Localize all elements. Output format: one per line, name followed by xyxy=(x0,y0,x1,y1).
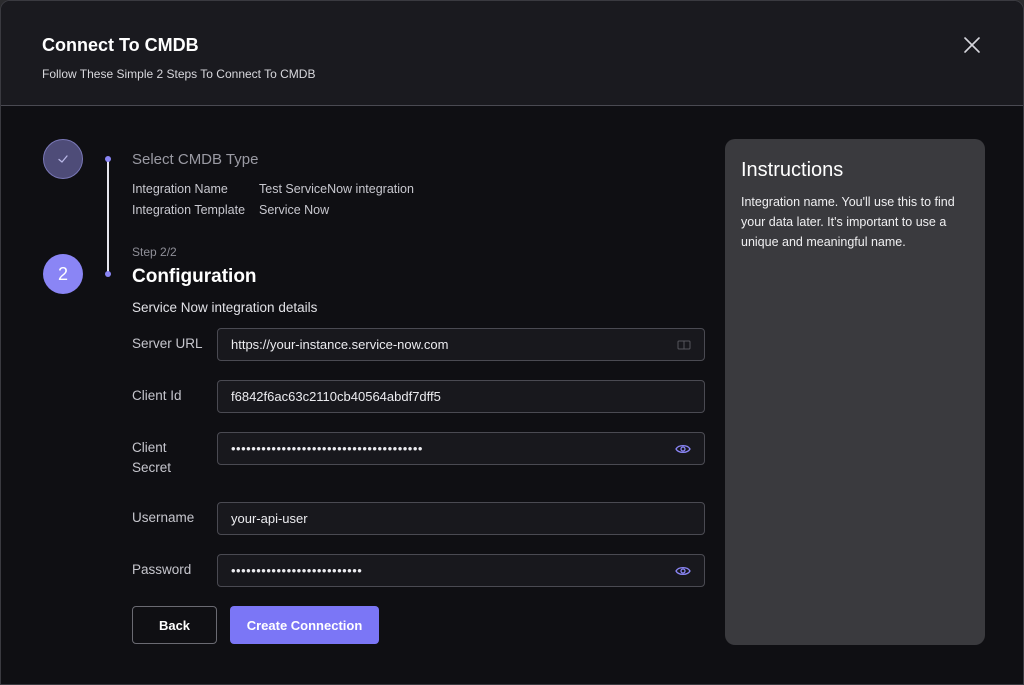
integration-name-key: Integration Name xyxy=(132,182,228,196)
back-button[interactable]: Back xyxy=(132,606,217,644)
integration-template-key: Integration Template xyxy=(132,203,246,217)
stepper-dot xyxy=(105,271,111,277)
password-label: Password xyxy=(132,562,192,577)
client-secret-label-line2: Secret xyxy=(132,460,172,475)
create-connection-button[interactable]: Create Connection xyxy=(230,606,379,644)
client-secret-label-line1: Client xyxy=(132,440,167,455)
step-2-description: Service Now integration details xyxy=(132,300,318,315)
step-count: Step 2/2 xyxy=(132,245,177,259)
eye-icon[interactable] xyxy=(675,565,691,577)
stepper-dot xyxy=(105,156,111,162)
modal-header: Connect To CMDB Follow These Simple 2 St… xyxy=(1,1,1023,106)
server-url-label: Server URL xyxy=(132,336,203,351)
password-value: •••••••••••••••••••••••••• xyxy=(231,563,363,578)
step-1-title: Select CMDB Type xyxy=(132,151,259,168)
step-1-complete-indicator xyxy=(43,139,83,179)
instructions-panel: Instructions Integration name. You'll us… xyxy=(725,139,985,645)
connect-cmdb-modal: Connect To CMDB Follow These Simple 2 St… xyxy=(0,0,1024,685)
client-secret-label: Client Secret xyxy=(132,438,171,478)
step-2-indicator: 2 xyxy=(43,254,83,294)
integration-name-value: Test ServiceNow integration xyxy=(259,182,414,196)
eye-icon[interactable] xyxy=(675,443,691,455)
step-2-title: Configuration xyxy=(132,266,257,287)
server-url-input[interactable]: https://your-instance.service-now.com xyxy=(217,328,705,361)
username-label: Username xyxy=(132,510,195,525)
client-secret-input[interactable]: •••••••••••••••••••••••••••••••••••••• xyxy=(217,432,705,465)
client-id-value: f6842f6ac63c2110cb40564abdf7dff5 xyxy=(231,389,441,404)
client-secret-value: •••••••••••••••••••••••••••••••••••••• xyxy=(231,441,423,456)
instructions-title: Instructions xyxy=(741,159,844,181)
card-icon xyxy=(677,340,691,349)
client-id-label: Client Id xyxy=(132,388,182,403)
server-url-value: https://your-instance.service-now.com xyxy=(231,337,449,352)
username-value: your-api-user xyxy=(231,511,308,526)
password-input[interactable]: •••••••••••••••••••••••••• xyxy=(217,554,705,587)
close-icon[interactable] xyxy=(961,34,983,56)
stepper-line xyxy=(107,159,109,275)
instructions-text: Integration name. You'll use this to fin… xyxy=(741,195,955,249)
username-input[interactable]: your-api-user xyxy=(217,502,705,535)
client-id-input[interactable]: f6842f6ac63c2110cb40564abdf7dff5 xyxy=(217,380,705,413)
check-icon xyxy=(58,155,68,163)
modal-subtitle: Follow These Simple 2 Steps To Connect T… xyxy=(42,67,316,81)
integration-template-value: Service Now xyxy=(259,203,330,217)
modal-title: Connect To CMDB xyxy=(42,35,199,55)
